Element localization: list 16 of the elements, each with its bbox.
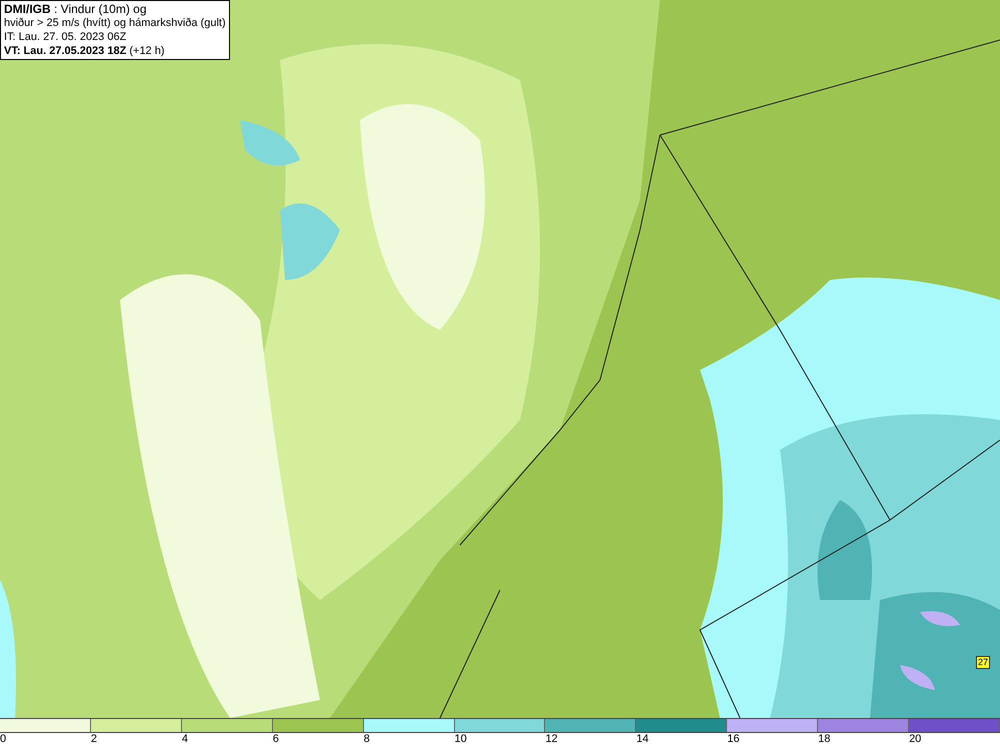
title-line: DMI/IGB : Vindur (10m) og [4,2,148,16]
legend-label: 18 [818,733,830,745]
legend-label: 4 [182,733,188,745]
legend-label: 12 [545,733,558,745]
legend-label: 10 [454,733,467,745]
legend-label: 16 [727,733,740,745]
title-line: IT: Lau. 27. 05. 2023 06Z [4,30,128,44]
legend-label: 20 [909,733,922,745]
legend-label: 8 [364,733,370,745]
legend-label: 2 [90,733,98,745]
legend-label: 14 [636,733,649,745]
title-line: hviður > 25 m/s (hvítt) og hámarkshviða (gult) [4,16,226,30]
title-line: VT: Lau. 27.05.2023 18Z (+12 h) [4,44,166,58]
max-gust-label: 27 [976,656,990,669]
legend-label: 6 [272,733,279,745]
legend-label: 0 [0,733,6,745]
